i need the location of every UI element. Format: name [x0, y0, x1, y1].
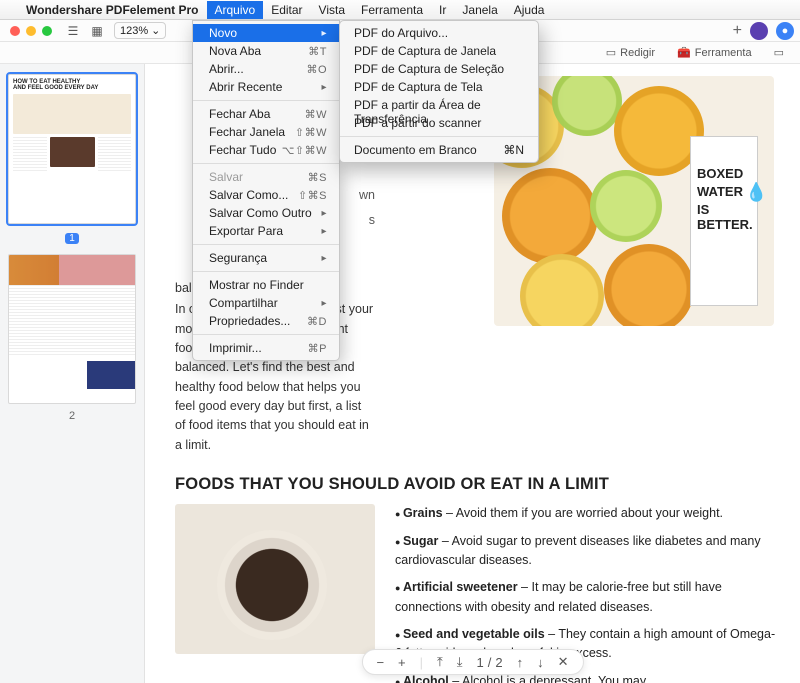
app-name[interactable]: Wondershare PDFelement Pro [18, 1, 207, 19]
menu-item-salvar-como-[interactable]: Salvar Como...⇧⌘S [193, 186, 339, 204]
total-pages: 2 [495, 655, 502, 670]
carton-graphic: BOXED WATER💧 IS BETTER. [690, 136, 758, 306]
submenu-item-pdf-a-partir-da-rea-de-transfer-ncia[interactable]: PDF a partir da Área de Transferência [340, 96, 538, 114]
page-sep: / [488, 655, 492, 670]
chevron-down-icon: ⌄ [151, 24, 160, 37]
carton-line-2: WATER [697, 185, 743, 200]
submenu-arrow-icon [321, 252, 327, 264]
thumbnails-sidebar: HOW TO EAT HEALTHY AND FEEL GOOD EVERY D… [0, 64, 145, 683]
page-thumbnail-1[interactable]: HOW TO EAT HEALTHY AND FEEL GOOD EVERY D… [8, 74, 136, 224]
view-mode-icon[interactable]: ▦ [90, 24, 104, 38]
menu-item-salvar: Salvar⌘S [193, 168, 339, 186]
menu-arquivo[interactable]: Arquivo [207, 1, 264, 19]
zoom-out-button[interactable]: − [376, 655, 384, 670]
menu-vista[interactable]: Vista [311, 1, 353, 19]
tool-redigir[interactable]: ▭Redigir [606, 46, 655, 59]
submenu-item-pdf-de-captura-de-janela[interactable]: PDF de Captura de Janela [340, 42, 538, 60]
first-page-button[interactable]: ⤒ [437, 654, 443, 670]
zoom-selector[interactable]: 123%⌄ [114, 22, 166, 39]
menu-item-compartilhar[interactable]: Compartilhar [193, 294, 339, 312]
submenu-arrow-icon [321, 225, 327, 237]
carton-line-3: IS [697, 203, 751, 218]
menu-item-imprimir-[interactable]: Imprimir...⌘P [193, 339, 339, 357]
submenu-arrow-icon [321, 297, 327, 309]
menu-janela[interactable]: Janela [454, 1, 505, 19]
page-number-2: 2 [8, 410, 136, 422]
new-tab-button[interactable]: + [725, 22, 750, 40]
user-avatar[interactable]: ● [776, 22, 794, 40]
submenu-arrow-icon [321, 27, 327, 39]
menu-ferramenta[interactable]: Ferramenta [353, 1, 431, 19]
menu-item-abrir-recente[interactable]: Abrir Recente [193, 78, 339, 96]
menu-item-abrir-[interactable]: Abrir...⌘O [193, 60, 339, 78]
menu-item-fechar-janela[interactable]: Fechar Janela⇧⌘W [193, 123, 339, 141]
last-page-button[interactable]: ⤓ [457, 654, 463, 670]
current-page[interactable]: 1 [477, 655, 484, 670]
section-heading: FOODS THAT YOU SHOULD AVOID OR EAT IN A … [175, 475, 784, 494]
sidebar-toggle-icon[interactable]: ☰ [66, 24, 80, 38]
carton-line-1: BOXED [697, 167, 751, 182]
page-badge-1: 1 [65, 233, 79, 244]
arquivo-dropdown: NovoNova Aba⌘TAbrir...⌘OAbrir Recente Fec… [192, 20, 340, 361]
menu-item-exportar-para[interactable]: Exportar Para [193, 222, 339, 240]
zoom-window-button[interactable] [42, 26, 52, 36]
close-window-button[interactable] [10, 26, 20, 36]
submenu-item-pdf-a-partir-do-scanner[interactable]: PDF a partir do scanner [340, 114, 538, 132]
food-bullet-1: ● Sugar – Avoid sugar to prevent disease… [395, 532, 778, 571]
redact-icon: ▭ [606, 46, 616, 59]
submenu-item-pdf-do-arquivo-[interactable]: PDF do Arquivo... [340, 24, 538, 42]
close-navigator-button[interactable]: ✕ [558, 654, 569, 670]
menu-item-novo[interactable]: Novo [193, 24, 339, 42]
menu-item-fechar-tudo[interactable]: Fechar Tudo⌥⇧⌘W [193, 141, 339, 159]
water-drop-icon: 💧 [745, 182, 767, 203]
system-menubar: Wondershare PDFelement Pro Arquivo Edita… [0, 0, 800, 20]
prev-page-button[interactable]: ↑ [517, 655, 524, 670]
toolbox-icon: 🧰 [677, 46, 691, 59]
panel-toggle-icon[interactable]: ▭ [774, 46, 784, 59]
menu-editar[interactable]: Editar [263, 1, 310, 19]
menu-item-seguran-a[interactable]: Segurança [193, 249, 339, 267]
window-controls [0, 26, 52, 36]
submenu-item-pdf-de-captura-de-sele-o[interactable]: PDF de Captura de Seleção [340, 60, 538, 78]
page-navigator: − + | ⤒ ⤓ 1 / 2 ↑ ↓ ✕ [361, 649, 583, 675]
submenu-arrow-icon [321, 81, 327, 93]
submenu-item-pdf-de-captura-de-tela[interactable]: PDF de Captura de Tela [340, 78, 538, 96]
novo-submenu: PDF do Arquivo...PDF de Captura de Janel… [339, 20, 539, 163]
menu-item-propriedades-[interactable]: Propriedades...⌘D [193, 312, 339, 330]
tool-ferramenta[interactable]: 🧰Ferramenta [677, 46, 752, 59]
zoom-value: 123% [120, 25, 148, 37]
minimize-window-button[interactable] [26, 26, 36, 36]
menu-ir[interactable]: Ir [431, 1, 454, 19]
menu-item-salvar-como-outro[interactable]: Salvar Como Outro [193, 204, 339, 222]
submenu-arrow-icon [321, 207, 327, 219]
food-bullet-0: ● Grains – Avoid them if you are worried… [395, 504, 778, 523]
app-extension-icon[interactable] [750, 22, 768, 40]
menu-item-mostrar-no-finder[interactable]: Mostrar no Finder [193, 276, 339, 294]
menu-item-fechar-aba[interactable]: Fechar Aba⌘W [193, 105, 339, 123]
menu-ajuda[interactable]: Ajuda [506, 1, 553, 19]
menu-item-nova-aba[interactable]: Nova Aba⌘T [193, 42, 339, 60]
carton-line-4: BETTER. [697, 218, 751, 233]
coffee-image [175, 504, 375, 654]
mini-title-2: AND FEEL GOOD EVERY DAY [13, 85, 131, 91]
food-bullet-2: ● Artificial sweetener – It may be calor… [395, 578, 778, 617]
page-thumbnail-2[interactable] [8, 254, 136, 404]
zoom-in-button[interactable]: + [398, 655, 406, 670]
submenu-item-documento-em-branco[interactable]: Documento em Branco⌘N [340, 141, 538, 159]
next-page-button[interactable]: ↓ [537, 655, 544, 670]
